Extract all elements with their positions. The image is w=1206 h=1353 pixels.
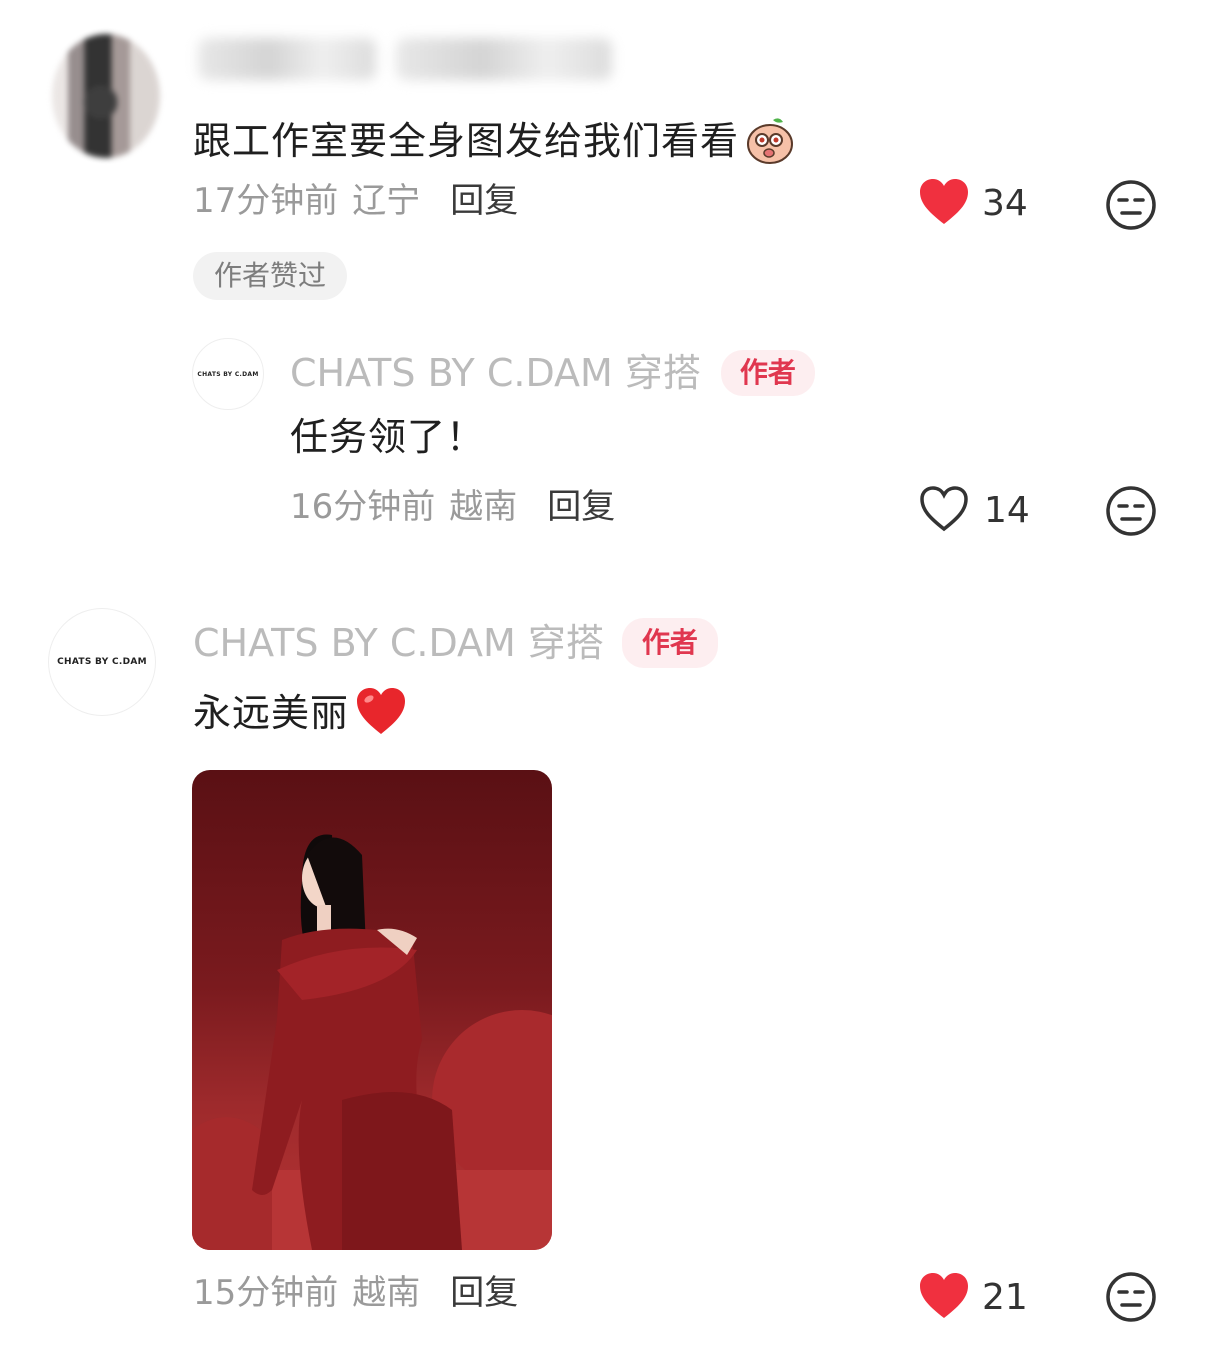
reply-button[interactable]: 回复 [450, 1273, 518, 1313]
dislike-face-icon[interactable] [1104, 1270, 1158, 1328]
author-avatar[interactable]: CHATS BY C.DAM [192, 338, 264, 410]
author-tag: 作者 [720, 350, 815, 396]
woman-in-red-dress-image [192, 834, 552, 1250]
like-count: 34 [982, 183, 1028, 224]
red-heart-emoji-icon [355, 686, 407, 740]
heart-outline-icon [918, 485, 970, 537]
comment-location: 辽宁 [352, 181, 421, 221]
username-blurred[interactable] [198, 38, 376, 80]
heart-filled-icon [918, 1272, 970, 1324]
reply-text[interactable]: 任务领了！ [290, 418, 485, 456]
comment-body[interactable]: 跟工作室要全身图发给我们看看 [193, 112, 797, 170]
reply-button[interactable]: 回复 [547, 487, 615, 527]
like-button[interactable]: 34 [918, 178, 1028, 230]
dislike-face-icon[interactable] [1104, 178, 1158, 236]
author-avatar[interactable]: CHATS BY C.DAM [48, 608, 156, 716]
author-name[interactable]: CHATS BY C.DAM 穿搭 [290, 354, 701, 392]
brand-logo-text: CHATS BY C.DAM [197, 370, 259, 378]
heart-filled-icon [918, 178, 970, 230]
user-avatar[interactable] [52, 34, 160, 158]
comment-text: 跟工作室要全身图发给我们看看 [193, 119, 740, 163]
author-liked-badge: 作者赞过 [193, 252, 347, 300]
reply-time: 16分钟前 [290, 487, 436, 527]
author-tag: 作者 [621, 618, 718, 668]
dislike-face-icon[interactable] [1104, 484, 1158, 542]
like-count: 21 [982, 1277, 1028, 1318]
author-name[interactable]: CHATS BY C.DAM 穿搭 [193, 624, 604, 662]
brand-logo-text: CHATS BY C.DAM [57, 657, 147, 667]
comment-text: 永远美丽 [193, 691, 350, 735]
reply-author-row: CHATS BY C.DAM 穿搭 作者 [290, 350, 815, 396]
comment-meta: 17分钟前 辽宁 回复 [193, 184, 518, 218]
comment-meta: 15分钟前 越南 回复 [193, 1276, 518, 1310]
reply-meta: 16分钟前 越南 回复 [290, 490, 615, 524]
comment-body[interactable]: 永远美丽 [193, 686, 407, 740]
like-count: 14 [984, 490, 1030, 531]
comment-location: 越南 [352, 1273, 421, 1313]
comment-time: 17分钟前 [193, 181, 339, 221]
comment-author-row: CHATS BY C.DAM 穿搭 作者 [193, 618, 718, 668]
reply-location: 越南 [449, 487, 518, 527]
like-button[interactable]: 21 [918, 1272, 1028, 1324]
username-blurred-2 [396, 38, 612, 80]
comment-time: 15分钟前 [193, 1273, 339, 1313]
reply-button[interactable]: 回复 [450, 181, 518, 221]
peach-face-emoji-icon [743, 112, 797, 170]
comment-photo[interactable] [192, 770, 552, 1250]
like-button[interactable]: 14 [918, 485, 1030, 537]
